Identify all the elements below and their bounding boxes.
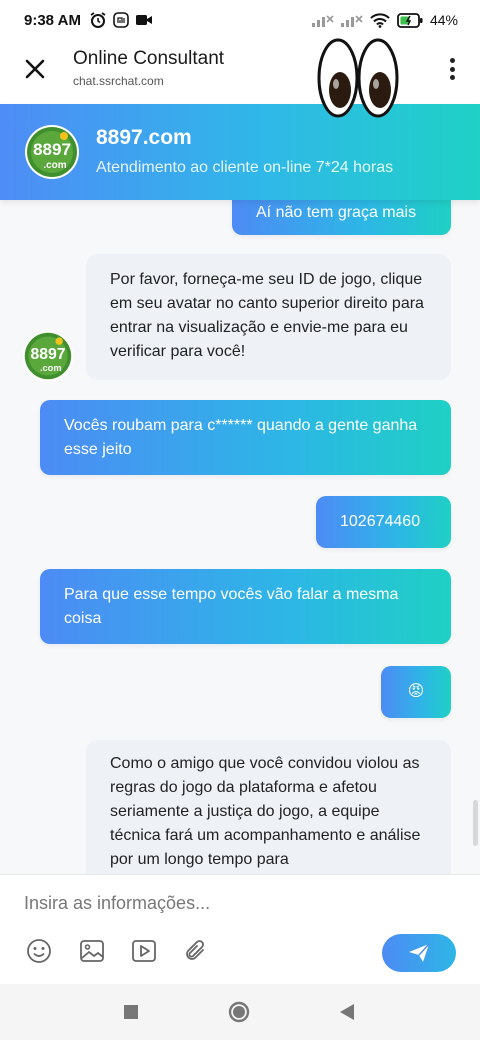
chat-subtitle: Atendimento ao cliente on-line 7*24 hora… — [96, 159, 394, 176]
message-text: 102674460 — [340, 513, 421, 530]
signal-icon — [311, 15, 334, 27]
send-icon — [409, 943, 430, 962]
image-icon[interactable] — [78, 937, 106, 965]
svg-text:8897: 8897 — [33, 140, 71, 159]
chat-title: 8897.com — [96, 126, 192, 149]
nav-home-button[interactable] — [228, 1001, 250, 1023]
message-text: Como o amigo que você convidou violou as… — [110, 755, 421, 868]
emoji-angry: 😡 — [407, 683, 425, 700]
composer — [0, 874, 480, 984]
message-text: Vocês roubam para c****** quando a gente… — [64, 416, 418, 458]
battery-percent: 44% — [429, 12, 458, 28]
message-user: 102674460 — [316, 496, 451, 548]
message-agent: Como o amigo que você convidou violou as… — [86, 740, 451, 874]
kebab-menu-icon — [449, 58, 455, 63]
browser-header: Online Consultant chat.ssrchat.com — [0, 40, 480, 104]
page-url: chat.ssrchat.com — [73, 74, 164, 88]
nav-back-icon — [340, 1004, 354, 1020]
signal-icon-2 — [340, 15, 363, 27]
nav-back-button[interactable] — [336, 1001, 358, 1023]
video-camera-icon — [135, 15, 152, 25]
scrollbar[interactable] — [473, 800, 478, 846]
message-user: 😡 — [381, 666, 451, 718]
system-nav-bar — [0, 984, 480, 1040]
send-button[interactable] — [382, 934, 456, 972]
status-time: 9:38 AM — [24, 11, 81, 29]
svg-text:.com: .com — [43, 160, 66, 171]
nav-recents-icon — [124, 1005, 138, 1019]
message-user: Para que esse tempo vocês vão falar a me… — [40, 569, 451, 644]
nav-recents-button[interactable] — [120, 1001, 142, 1023]
chat-header: 8897 .com 8897.com Atendimento ao client… — [0, 104, 480, 200]
message-agent: Por favor, forneça-me seu ID de jogo, cl… — [86, 254, 451, 380]
mi-app-icon — [113, 12, 129, 28]
status-bar: 9:38 AM 44% — [0, 0, 480, 40]
brand-logo: 8897 .com — [25, 125, 79, 179]
attachment-icon[interactable] — [182, 937, 210, 965]
battery-icon — [397, 12, 423, 28]
svg-text:.com: .com — [40, 363, 62, 373]
kebab-menu-button[interactable] — [446, 54, 458, 84]
nav-home-icon — [228, 1001, 250, 1023]
page-title: Online Consultant — [73, 48, 225, 69]
agent-avatar[interactable]: 8897 .com — [22, 330, 74, 382]
googly-eyes-sticker — [317, 38, 399, 118]
message-input[interactable] — [24, 889, 444, 917]
message-text: Por favor, forneça-me seu ID de jogo, cl… — [110, 271, 424, 360]
message-user: Vocês roubam para c****** quando a gente… — [40, 400, 451, 475]
wifi-icon — [370, 12, 390, 28]
close-button[interactable] — [20, 54, 50, 84]
message-text: Aí não tem graça mais — [256, 203, 417, 221]
message-text: Para que esse tempo vocês vão falar a me… — [64, 585, 399, 627]
alarm-icon — [90, 12, 106, 28]
close-icon — [25, 59, 45, 79]
svg-text:8897: 8897 — [30, 346, 65, 363]
message-list[interactable]: Aí não tem graça mais Por favor, forneça… — [0, 188, 480, 874]
video-icon[interactable] — [130, 937, 158, 965]
emoji-icon[interactable] — [25, 937, 53, 965]
